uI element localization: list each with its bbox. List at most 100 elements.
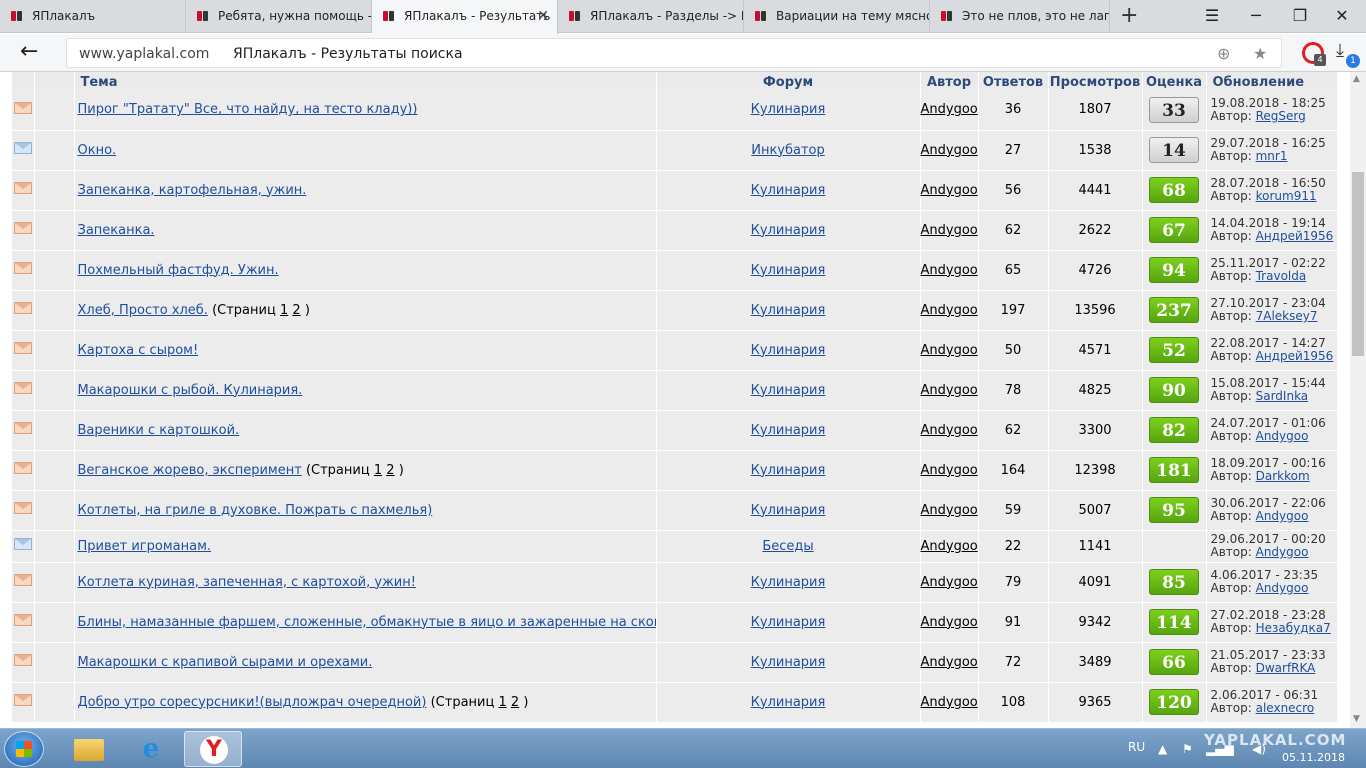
author-link[interactable]: Andygoo <box>921 503 978 518</box>
last-author-link[interactable]: alexnecro <box>1256 701 1315 715</box>
bookmark-star-icon[interactable]: ★ <box>1253 44 1267 63</box>
forum-link[interactable]: Кулинария <box>751 383 826 398</box>
new-tab-plus-icon[interactable]: + <box>1120 3 1138 28</box>
page-link[interactable]: 2 <box>386 463 394 478</box>
rating-badge[interactable]: 120 <box>1149 689 1199 715</box>
forum-link[interactable]: Беседы <box>762 539 813 554</box>
topic-link[interactable]: Хлеб, Просто хлеб. <box>78 303 208 318</box>
browser-tab[interactable]: Это не плов, это не лагм <box>930 0 1110 33</box>
author-link[interactable]: Andygoo <box>921 655 978 670</box>
back-arrow-icon[interactable]: ← <box>20 39 38 64</box>
page-link[interactable]: 1 <box>280 303 288 318</box>
rating-badge[interactable]: 237 <box>1149 297 1199 323</box>
author-link[interactable]: Andygoo <box>921 423 978 438</box>
topic-link[interactable]: Пирог "Тратату" Все, что найду, на тесто… <box>78 102 418 117</box>
forum-link[interactable]: Кулинария <box>751 695 826 710</box>
rating-badge[interactable]: 67 <box>1149 217 1199 243</box>
author-link[interactable]: Andygoo <box>921 343 978 358</box>
author-link[interactable]: Andygoo <box>921 695 978 710</box>
page-link[interactable]: 1 <box>374 463 382 478</box>
topic-link[interactable]: Запеканка. <box>78 223 155 238</box>
last-author-link[interactable]: Andygoo <box>1256 581 1309 595</box>
minimize-icon[interactable]: ─ <box>1244 5 1268 27</box>
rating-badge[interactable]: 66 <box>1149 649 1199 675</box>
last-author-link[interactable]: 7Aleksey7 <box>1256 309 1318 323</box>
forum-link[interactable]: Кулинария <box>751 463 826 478</box>
topic-link[interactable]: Котлеты, на гриле в духовке. Пожрать с п… <box>78 503 433 518</box>
page-link[interactable]: 2 <box>292 303 300 318</box>
author-link[interactable]: Andygoo <box>921 463 978 478</box>
tab-close-icon[interactable]: ✕ <box>537 0 549 33</box>
author-link[interactable]: Andygoo <box>921 615 978 630</box>
language-indicator[interactable]: RU <box>1128 740 1145 754</box>
forum-link[interactable]: Кулинария <box>751 655 826 670</box>
browser-tab[interactable]: ЯПлакалъ - Разделы -> К <box>558 0 744 33</box>
menu-hamburger-icon[interactable]: ☰ <box>1200 5 1224 27</box>
last-author-link[interactable]: RegSerg <box>1256 109 1306 123</box>
forum-link[interactable]: Кулинария <box>751 102 826 117</box>
last-author-link[interactable]: DwarfRKA <box>1256 661 1316 675</box>
browser-tab-active[interactable]: ЯПлакалъ - Результать ✕ <box>372 0 558 34</box>
rating-badge[interactable]: 114 <box>1149 609 1199 635</box>
forum-link[interactable]: Инкубатор <box>751 143 825 158</box>
downloads-icon[interactable]: ⤓ 1 <box>1336 40 1360 68</box>
rating-badge[interactable]: 181 <box>1149 457 1199 483</box>
topic-link[interactable]: Макарошки с крапивой сырами и орехами. <box>78 655 373 670</box>
last-author-link[interactable]: mnr1 <box>1256 149 1288 163</box>
forum-link[interactable]: Кулинария <box>751 303 826 318</box>
tray-flag-icon[interactable]: ⚑ <box>1182 742 1193 756</box>
author-link[interactable]: Andygoo <box>921 143 978 158</box>
author-link[interactable]: Andygoo <box>921 575 978 590</box>
restore-window-icon[interactable]: ❐ <box>1288 5 1312 27</box>
topic-link[interactable]: Макарошки с рыбой. Кулинария. <box>78 383 303 398</box>
forum-link[interactable]: Кулинария <box>751 503 826 518</box>
last-author-link[interactable]: Darkkom <box>1256 469 1310 483</box>
last-author-link[interactable]: Andygoo <box>1256 509 1309 523</box>
rating-badge[interactable]: 14 <box>1149 137 1199 163</box>
rating-badge[interactable]: 68 <box>1149 177 1199 203</box>
taskbar-explorer[interactable] <box>60 731 118 767</box>
last-author-link[interactable]: Andygoo <box>1256 429 1309 443</box>
clock-date[interactable]: 05.11.2018 <box>1282 751 1345 764</box>
topic-link[interactable]: Веганское жорево, эксперимент <box>78 463 302 478</box>
browser-tab[interactable]: ЯПлакалъ <box>0 0 186 33</box>
address-bar[interactable]: www.yaplakal.com ЯПлакалъ - Результаты п… <box>66 38 1282 68</box>
start-button[interactable] <box>4 731 44 767</box>
rating-badge[interactable]: 52 <box>1149 337 1199 363</box>
topic-link[interactable]: Вареники с картошкой. <box>78 423 240 438</box>
close-window-icon[interactable]: ✕ <box>1330 5 1354 27</box>
author-link[interactable]: Andygoo <box>921 263 978 278</box>
taskbar-yandex[interactable]: Y <box>184 731 242 767</box>
tray-network-icon[interactable]: ▂▄▆ <box>1206 742 1234 756</box>
last-author-link[interactable]: Travolda <box>1256 269 1307 283</box>
rating-badge[interactable]: 90 <box>1149 377 1199 403</box>
rating-badge[interactable]: 33 <box>1149 96 1199 123</box>
topic-link[interactable]: Запеканка, картофельная, ужин. <box>78 183 307 198</box>
topic-link[interactable]: Добро утро соресурсники!(выдложрач очере… <box>78 695 427 710</box>
scroll-up-arrow-icon[interactable]: ▲ <box>1353 74 1360 84</box>
taskbar-ie[interactable]: e <box>122 731 180 767</box>
author-link[interactable]: Andygoo <box>921 383 978 398</box>
last-author-link[interactable]: Андрей1956 <box>1256 349 1334 363</box>
browser-tab[interactable]: Ребята, нужна помощь - <box>186 0 372 33</box>
forum-link[interactable]: Кулинария <box>751 575 826 590</box>
tray-expand-icon[interactable]: ▲ <box>1158 742 1167 756</box>
rating-badge[interactable]: 82 <box>1149 417 1199 443</box>
rating-badge[interactable]: 85 <box>1149 569 1199 595</box>
browser-tab[interactable]: Вариации на тему мясно <box>744 0 930 33</box>
page-link[interactable]: 1 <box>499 695 507 710</box>
rating-badge[interactable]: 95 <box>1149 497 1199 523</box>
topic-link[interactable]: Привет игроманам. <box>78 539 212 554</box>
protect-shield-icon[interactable]: ⊕ <box>1217 44 1230 63</box>
topic-link[interactable]: Картоха с сыром! <box>78 343 199 358</box>
page-link[interactable]: 2 <box>511 695 519 710</box>
last-author-link[interactable]: Андрей1956 <box>1256 229 1334 243</box>
topic-link[interactable]: Похмельный фастфуд. Ужин. <box>78 263 279 278</box>
tray-volume-icon[interactable]: ◀) <box>1252 742 1266 756</box>
topic-link[interactable]: Блины, намазанные фаршем, сложенные, обм… <box>78 615 656 630</box>
last-author-link[interactable]: korum911 <box>1256 189 1317 203</box>
author-link[interactable]: Andygoo <box>921 303 978 318</box>
forum-link[interactable]: Кулинария <box>751 183 826 198</box>
author-link[interactable]: Andygoo <box>921 539 978 554</box>
scrollbar-thumb[interactable] <box>1352 172 1364 356</box>
